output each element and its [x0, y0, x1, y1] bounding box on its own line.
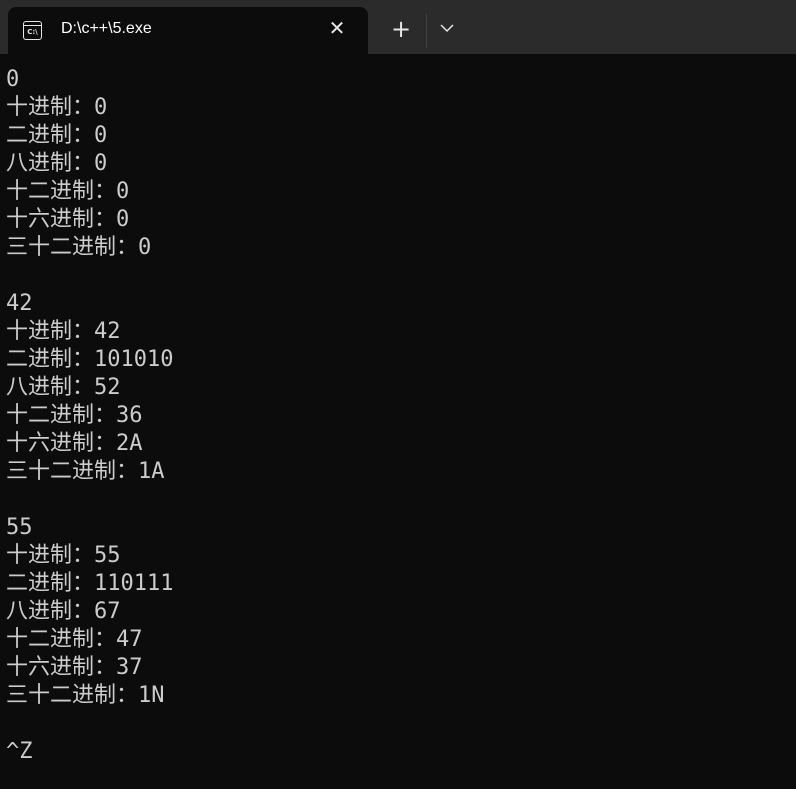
- terminal-line: 八进制：52: [6, 375, 121, 400]
- terminal-line: 二进制：0: [6, 123, 108, 148]
- terminal-line: 三十二进制：1A: [6, 459, 165, 484]
- terminal-line: 三十二进制：1N: [6, 683, 165, 708]
- terminal-line: 十六进制：37: [6, 655, 143, 680]
- close-icon[interactable]: ✕: [326, 17, 348, 39]
- terminal-line: 55: [6, 515, 33, 540]
- terminal-line: 十进制：0: [6, 95, 108, 120]
- terminal-line: 十六进制：0: [6, 207, 130, 232]
- terminal-line: 42: [6, 291, 33, 316]
- terminal-line: 二进制：110111: [6, 571, 174, 596]
- tab-title: D:\c++\5.exe: [61, 20, 152, 37]
- tab-terminal[interactable]: C:\ D:\c++\5.exe ✕: [8, 7, 368, 54]
- terminal-line: 0: [6, 67, 20, 92]
- terminal-icon: C:\: [23, 21, 42, 40]
- terminal-line: 八进制：0: [6, 151, 108, 176]
- title-bar: C:\ D:\c++\5.exe ✕ +: [0, 0, 796, 54]
- terminal-line: 三十二进制：0: [6, 235, 152, 260]
- terminal-icon-text: C:\: [27, 28, 38, 36]
- terminal-line: 八进制：67: [6, 599, 121, 624]
- terminal-line: 二进制：101010: [6, 347, 174, 372]
- terminal-line: 十二进制：0: [6, 179, 130, 204]
- terminal-line: 十二进制：36: [6, 403, 143, 428]
- chevron-down-icon[interactable]: [437, 18, 457, 38]
- terminal-output[interactable]: 0 十进制：0 二进制：0 八进制：0 十二进制：0 十六进制：0 三十二进制：0 42 十进制…: [6, 66, 173, 766]
- terminal-line: 十进制：42: [6, 319, 121, 344]
- divider: [426, 14, 427, 48]
- terminal-line: 十二进制：47: [6, 627, 143, 652]
- new-tab-button[interactable]: +: [389, 17, 413, 41]
- terminal-line: 十六进制：2A: [6, 431, 143, 456]
- terminal-line: 十进制：55: [6, 543, 121, 568]
- terminal-line: ^Z: [6, 739, 33, 764]
